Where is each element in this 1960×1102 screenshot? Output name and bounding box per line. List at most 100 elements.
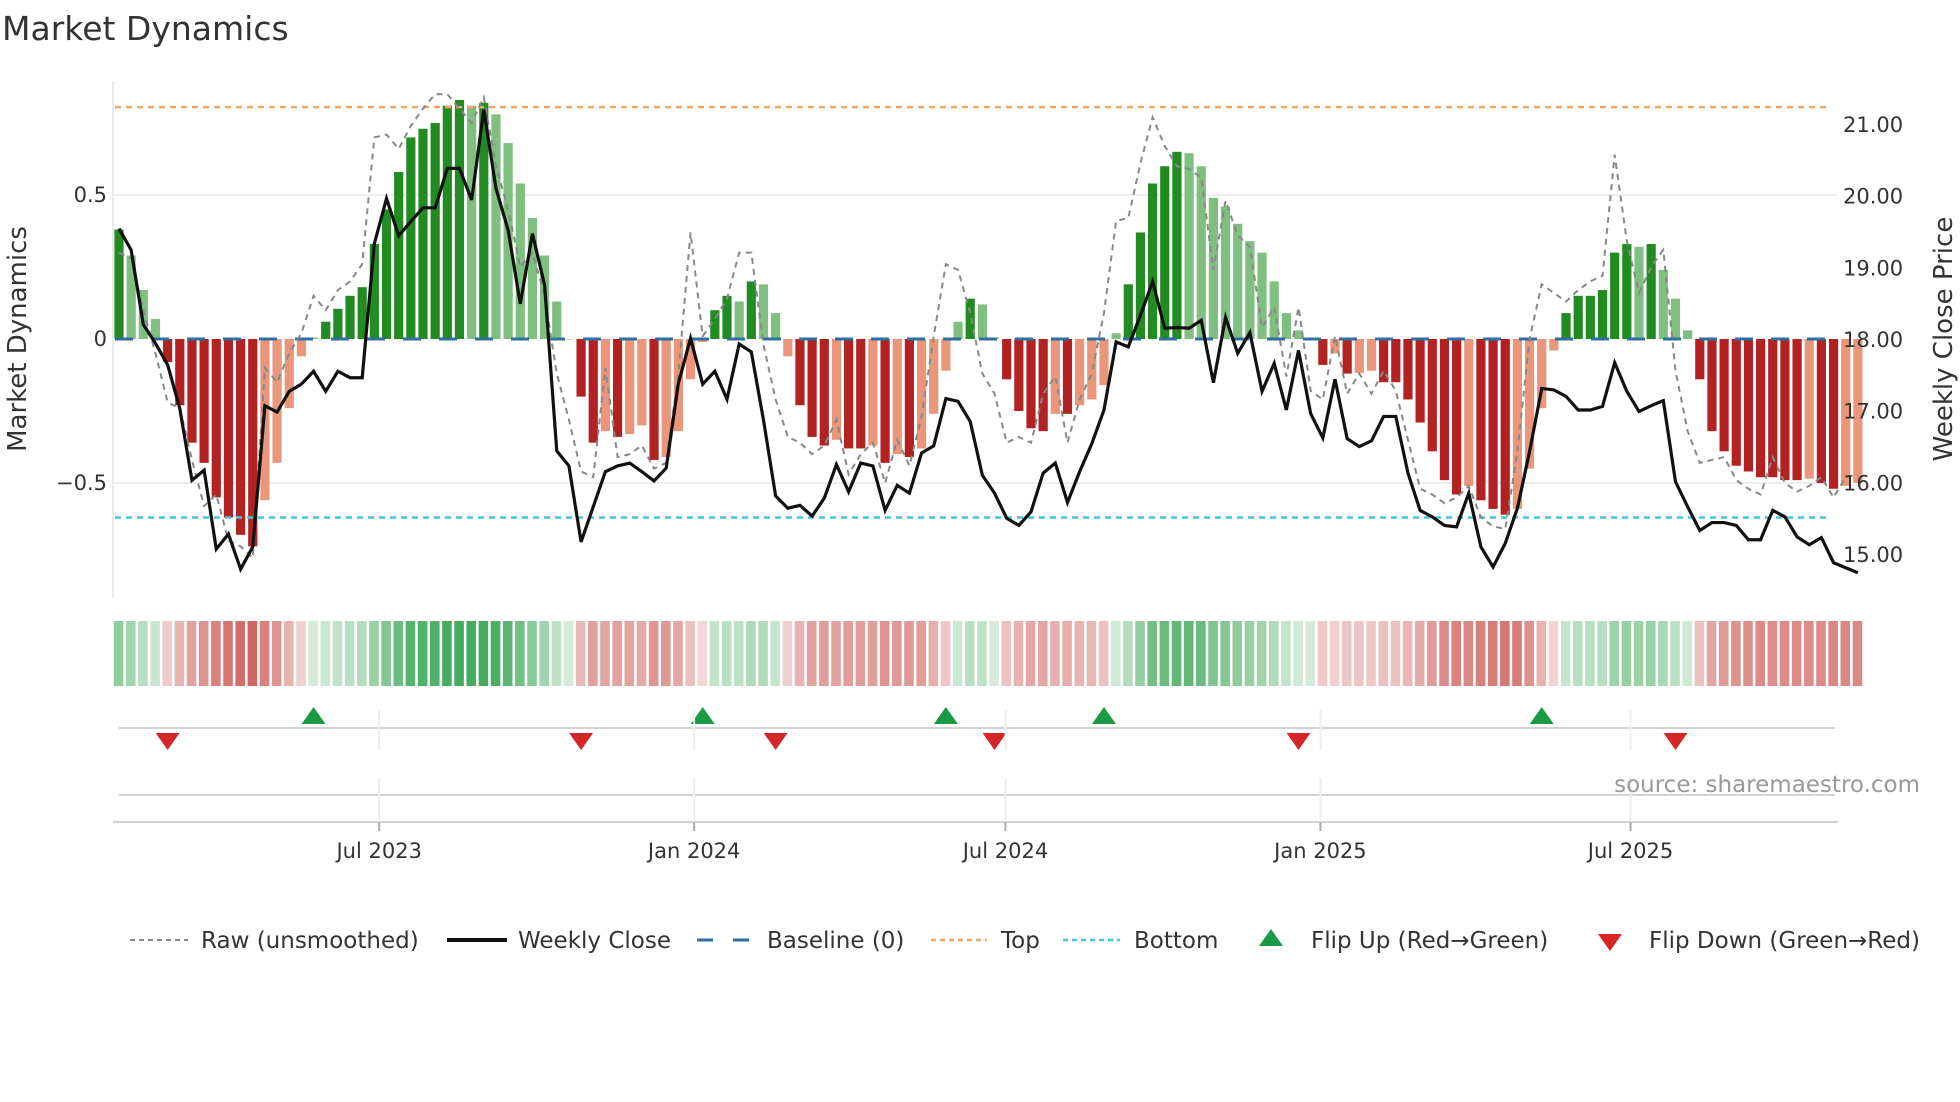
legend-item-close: Weekly Close: [447, 928, 671, 954]
momentum-bar: [1743, 339, 1754, 472]
heat-cell: [916, 621, 926, 686]
heat-cell: [1621, 621, 1632, 686]
momentum-bar: [1780, 339, 1790, 481]
x-tick-label: Jul 2023: [334, 839, 421, 863]
momentum-bar: [1707, 339, 1717, 432]
momentum-bar: [1172, 151, 1182, 339]
momentum-bar: [321, 321, 331, 339]
momentum-bar: [1439, 339, 1450, 481]
heat-cell: [1670, 621, 1680, 686]
momentum-bar: [345, 295, 355, 339]
flip-down-marker: [763, 733, 788, 750]
momentum-bar: [771, 313, 781, 339]
momentum-bar: [333, 308, 343, 339]
momentum-bar: [1695, 339, 1705, 380]
left-tick-label: 0: [94, 327, 107, 351]
momentum-bar: [1318, 339, 1328, 365]
heat-cell: [1305, 621, 1316, 686]
heat-cell: [843, 621, 853, 686]
momentum-bar: [1464, 339, 1474, 486]
heat-cell: [296, 621, 306, 686]
x-tick-label: Jul 2024: [961, 839, 1048, 863]
heat-cell: [1414, 621, 1425, 686]
momentum-bar: [564, 339, 574, 340]
heat-cell: [211, 621, 221, 686]
momentum-bar: [1099, 339, 1109, 386]
momentum-bar: [1683, 330, 1693, 339]
x-tick-label: Jan 2024: [646, 839, 741, 863]
momentum-bar: [1500, 339, 1510, 515]
heat-cell: [393, 621, 404, 686]
legend-item-bottom: Bottom: [1063, 928, 1218, 954]
legend: Raw (unsmoothed) Weekly Close Baseline (…: [130, 928, 1920, 954]
heat-cell: [1451, 621, 1461, 686]
momentum-bar: [1257, 252, 1267, 339]
momentum-bar: [783, 339, 793, 357]
heat-cell: [235, 621, 245, 686]
momentum-bar: [746, 281, 756, 339]
momentum-bar: [418, 128, 428, 339]
flip-up-marker: [1091, 707, 1116, 724]
momentum-bar: [1196, 166, 1206, 339]
heat-cell: [867, 621, 878, 686]
momentum-bar: [272, 339, 282, 463]
triangle-up-icon: [1259, 929, 1283, 946]
momentum-bar: [1719, 339, 1729, 452]
momentum-bar: [1366, 339, 1377, 371]
momentum-bar: [1476, 339, 1486, 501]
momentum-bar: [515, 183, 525, 339]
momentum-bar: [807, 339, 817, 437]
heat-cell: [636, 621, 647, 686]
heat-cell: [344, 621, 355, 686]
heat-cell: [198, 621, 209, 686]
legend-item-baseline: Baseline (0): [697, 928, 904, 954]
heat-cell: [1013, 621, 1024, 686]
heat-cell: [1743, 621, 1753, 686]
heat-cell: [1135, 621, 1145, 686]
momentum-bar: [236, 339, 246, 535]
heat-cell: [284, 621, 294, 686]
momentum-bar: [600, 339, 610, 432]
momentum-bar: [1816, 339, 1826, 483]
heat-cell: [1755, 621, 1765, 686]
heat-cell: [1852, 621, 1863, 686]
heat-cell: [1718, 621, 1729, 686]
x-tick-label: Jul 2025: [1586, 839, 1673, 863]
flip-down-marker: [569, 733, 594, 750]
heat-cell: [490, 621, 501, 686]
right-tick-label: 21.00: [1843, 113, 1903, 137]
heat-cell: [624, 621, 635, 686]
heat-cell: [369, 621, 379, 686]
heat-cell: [600, 621, 610, 686]
heat-cell: [308, 621, 318, 686]
heat-cell: [1767, 621, 1778, 686]
momentum-bar: [467, 105, 477, 339]
momentum-bar: [844, 339, 854, 449]
left-axis-ticks: 0.5 0 −0.5: [56, 183, 107, 495]
heat-cell: [928, 621, 939, 686]
momentum-bar: [1014, 339, 1024, 411]
momentum-bar: [1002, 339, 1012, 380]
heat-cell: [1123, 621, 1133, 686]
heat-cell: [806, 621, 817, 686]
heat-cell: [1609, 621, 1620, 686]
momentum-bar: [114, 229, 124, 339]
heat-cell: [1816, 621, 1826, 686]
heat-cell: [1439, 621, 1449, 686]
flip-up-marker: [933, 707, 958, 724]
momentum-bar: [576, 339, 586, 397]
right-axis-ticks: 21.00 20.00 19.00 18.00 17.00 16.00 15.00: [1843, 113, 1903, 567]
momentum-bar: [941, 339, 951, 371]
heat-cell: [1220, 621, 1230, 686]
heat-cell: [1232, 621, 1243, 686]
momentum-bar: [758, 284, 769, 339]
heat-cell: [320, 621, 331, 686]
momentum-bar: [588, 339, 598, 443]
momentum-bar: [1597, 290, 1608, 339]
momentum-bar: [1585, 295, 1595, 339]
momentum-bar: [819, 339, 829, 446]
momentum-bar: [1804, 339, 1814, 479]
momentum-bar: [442, 105, 452, 339]
heat-cell: [1475, 621, 1486, 686]
heat-cell: [1731, 621, 1741, 686]
